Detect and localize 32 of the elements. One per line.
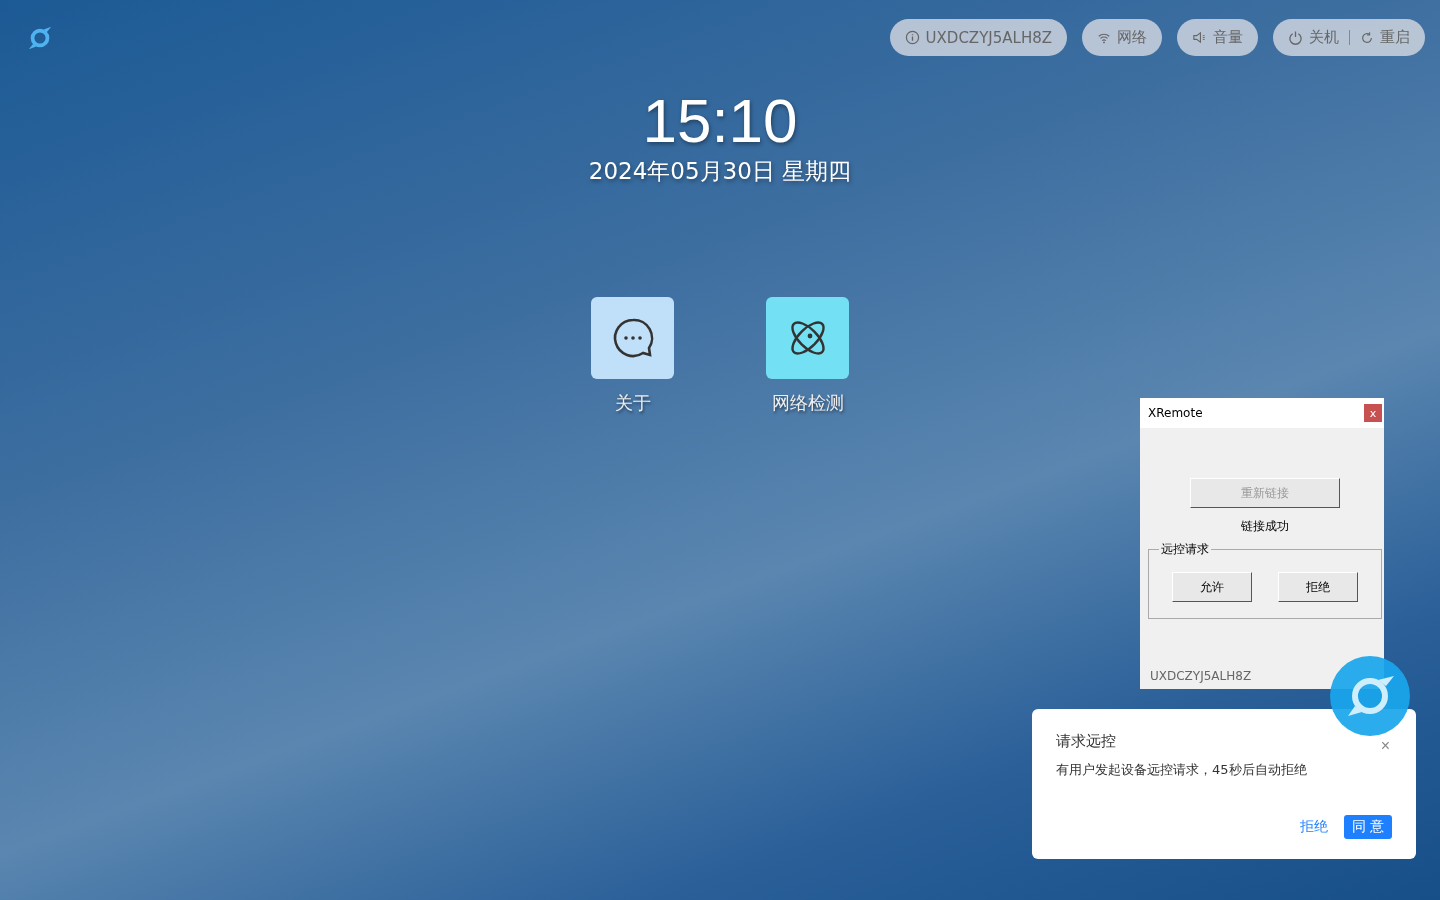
pill-label: 网络	[1117, 28, 1147, 47]
pill-label: UXDCZYJ5ALH8Z	[925, 28, 1052, 47]
status-pill[interactable]: UXDCZYJ5ALH8Z	[889, 19, 1067, 56]
app-label: 网络检测	[771, 391, 844, 415]
dialog-button[interactable]: 允许	[1171, 572, 1252, 602]
restart-icon	[1360, 30, 1374, 45]
clock-date: 2024年05月30日 星期四	[587, 157, 853, 186]
status-pill[interactable]: 网络	[1082, 19, 1162, 56]
pill-label: 音量	[1213, 28, 1243, 47]
app-label: 关于	[614, 391, 651, 415]
clock-time: 15:10	[641, 86, 799, 156]
power-icon	[1288, 30, 1303, 45]
window-title: XRemote	[1148, 406, 1203, 420]
app-tile[interactable]	[766, 297, 849, 379]
group-title: 远控请求	[1159, 541, 1210, 558]
pill-label: 关机	[1309, 28, 1339, 47]
close-button[interactable]: x	[1364, 404, 1382, 422]
app-tile[interactable]	[591, 297, 674, 379]
floating-logo-icon[interactable]	[1330, 656, 1410, 736]
accept-button[interactable]: 同 意	[1343, 815, 1392, 839]
info-icon	[904, 30, 920, 45]
speaker-icon	[1192, 30, 1207, 45]
notification-title: 请求远控	[1056, 732, 1116, 751]
close-button[interactable]: ×	[1380, 739, 1390, 753]
pill-label: 重启	[1380, 28, 1410, 47]
connection-status: 链接成功	[1240, 518, 1289, 535]
device-id: UXDCZYJ5ALH8Z	[1150, 669, 1252, 683]
reject-button[interactable]: 拒绝	[1299, 818, 1328, 836]
dialog-button[interactable]: 拒绝	[1277, 572, 1358, 602]
status-pill[interactable]: 音量	[1177, 19, 1258, 56]
status-pill[interactable]: 关机 重启	[1273, 19, 1425, 56]
notification-message: 有用户发起设备远控请求，45秒后自动拒绝	[1056, 761, 1308, 779]
